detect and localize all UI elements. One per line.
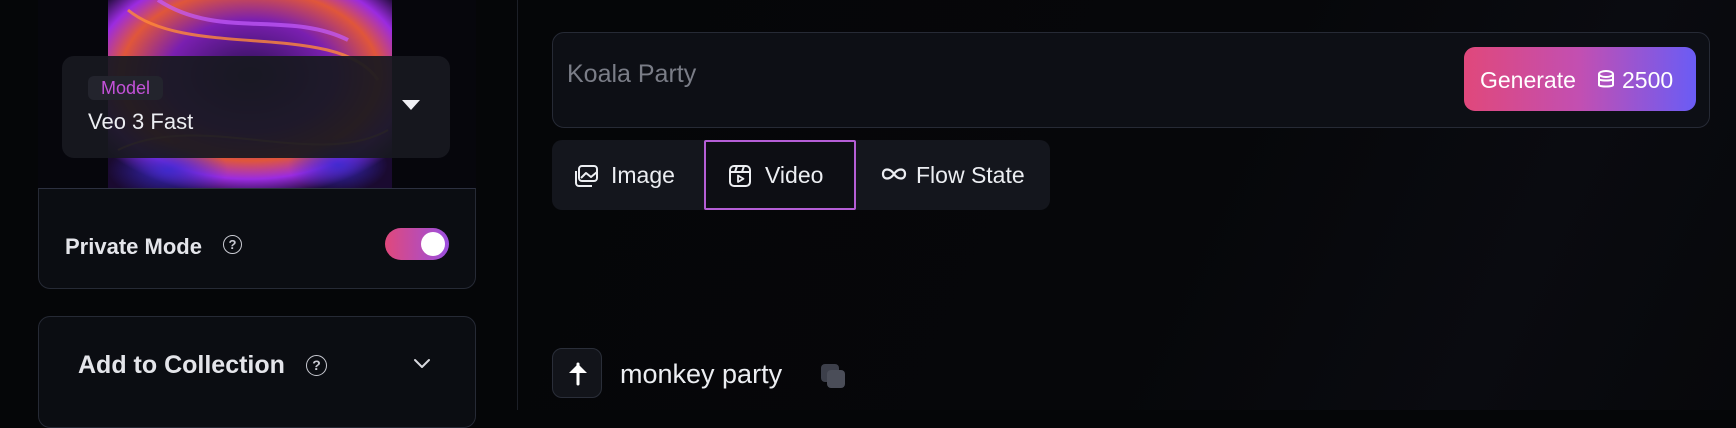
generate-cost: 2500 <box>1622 67 1674 93</box>
tab-label: Image <box>611 162 675 188</box>
private-mode-card: Private Mode ? <box>38 188 476 289</box>
infinity-icon <box>881 168 907 180</box>
copy-icon[interactable] <box>818 361 848 391</box>
tab-flow-state[interactable]: Flow State <box>856 140 1050 210</box>
coins-icon <box>1598 70 1614 88</box>
private-mode-label: Private Mode <box>65 234 202 259</box>
prompt-input[interactable] <box>565 53 1369 95</box>
help-icon[interactable]: ? <box>223 235 242 254</box>
tab-image[interactable]: Image <box>552 140 704 210</box>
collection-label: Add to Collection <box>78 351 285 379</box>
model-select[interactable]: Model Veo 3 Fast <box>62 56 450 158</box>
add-to-collection-dropdown[interactable]: Add to Collection ? <box>38 316 476 428</box>
tab-label: Video <box>765 162 824 188</box>
toggle-knob <box>421 232 445 256</box>
mode-selector: Image Video Flow State <box>552 140 1050 210</box>
chevron-down-icon <box>414 359 430 368</box>
image-icon <box>575 165 598 187</box>
private-mode-toggle[interactable] <box>385 228 449 260</box>
model-value: Veo 3 Fast <box>88 109 194 134</box>
generate-label: Generate <box>1480 67 1576 93</box>
history-prompt-text: monkey party <box>620 359 783 389</box>
video-icon <box>729 165 751 187</box>
sidebar: Model Veo 3 Fast Private Mode ? Add to C… <box>0 0 518 428</box>
model-card: Model Veo 3 Fast <box>38 0 476 188</box>
reuse-prompt-button[interactable] <box>552 348 602 398</box>
help-icon[interactable]: ? <box>306 355 327 376</box>
generate-button[interactable]: Generate 2500 <box>1464 47 1696 111</box>
tab-video[interactable]: Video <box>704 140 856 210</box>
prompt-box: Generate 2500 <box>552 32 1710 128</box>
arrow-up-icon <box>569 362 587 386</box>
model-badge: Model <box>88 76 164 100</box>
tab-label: Flow State <box>916 162 1025 188</box>
caret-down-icon <box>402 100 420 110</box>
